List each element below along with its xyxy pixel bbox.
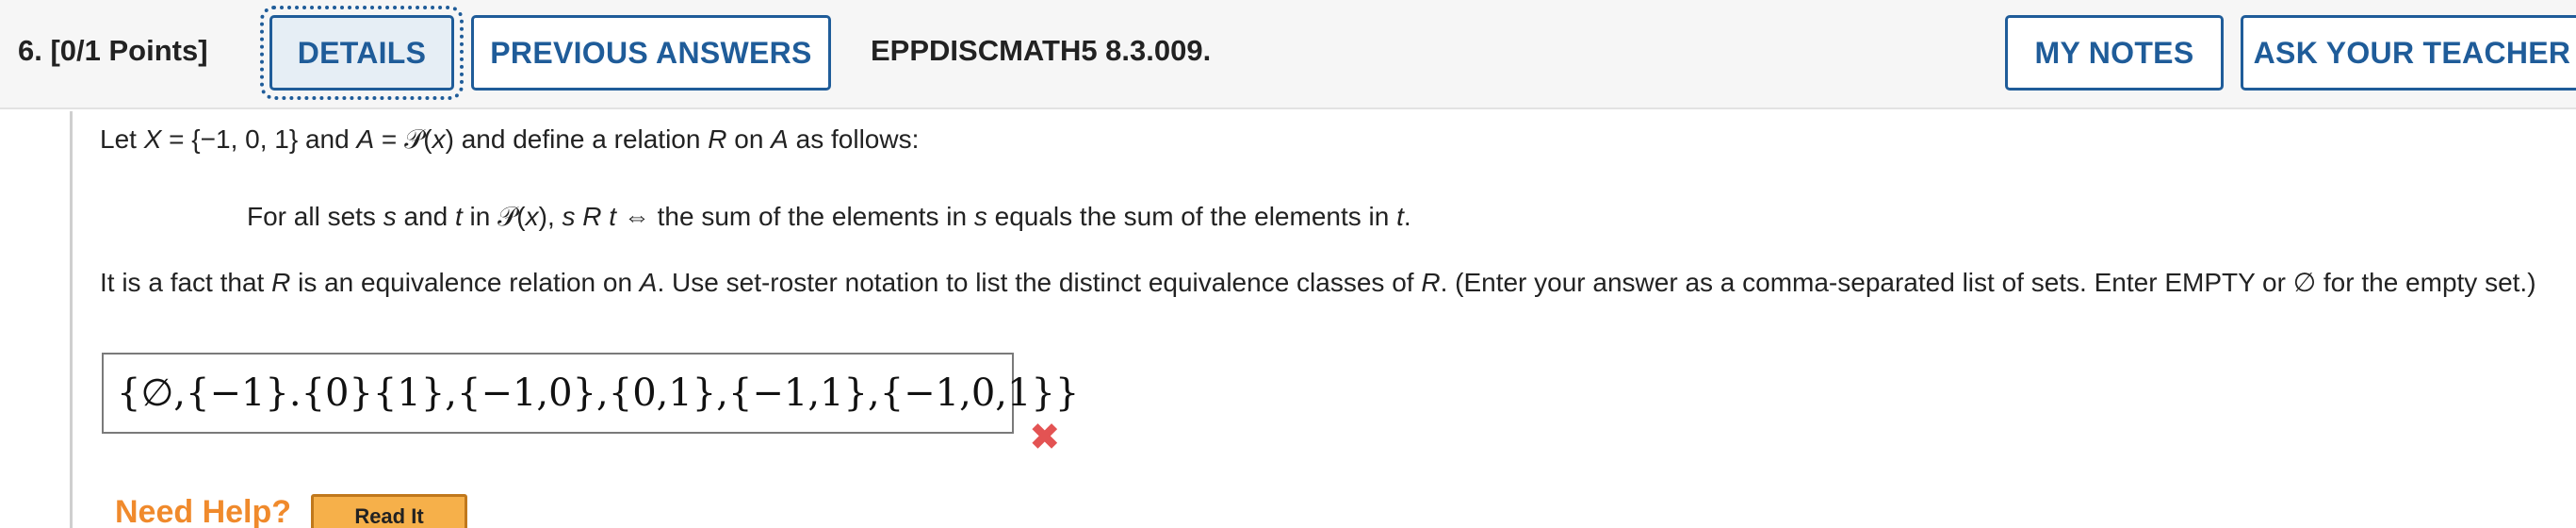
question-instructions: It is a fact that R is an equivalence re… <box>100 268 2536 297</box>
content-left-rule <box>70 111 73 528</box>
details-button[interactable]: DETAILS <box>260 6 464 100</box>
relation-definition: For all sets s and t in 𝒫(x), s R t ⇔ th… <box>247 202 1411 231</box>
question-title: 6. [0/1 Points] <box>18 34 208 67</box>
need-help-label: Need Help? <box>115 494 292 528</box>
question-code: EPPDISCMATH5 8.3.009. <box>871 34 1212 67</box>
incorrect-x-icon: ✖ <box>1029 417 1061 458</box>
answer-input[interactable]: {∅,{−1}.{0}{1},{−1,0},{0,1},{−1,1},{−1,0… <box>102 353 1079 434</box>
question-setup-line: Let X = {−1, 0, 1} and A = 𝒫(x) and defi… <box>100 124 920 154</box>
my-notes-button[interactable]: MY NOTES <box>2005 15 2224 91</box>
ask-teacher-button[interactable]: ASK YOUR TEACHER <box>2241 15 2576 91</box>
question-header: 6. [0/1 Points] DETAILS PREVIOUS ANSWERS… <box>0 0 2576 109</box>
previous-answers-button[interactable]: PREVIOUS ANSWERS <box>471 15 831 91</box>
read-it-button[interactable]: Read It <box>311 494 467 528</box>
